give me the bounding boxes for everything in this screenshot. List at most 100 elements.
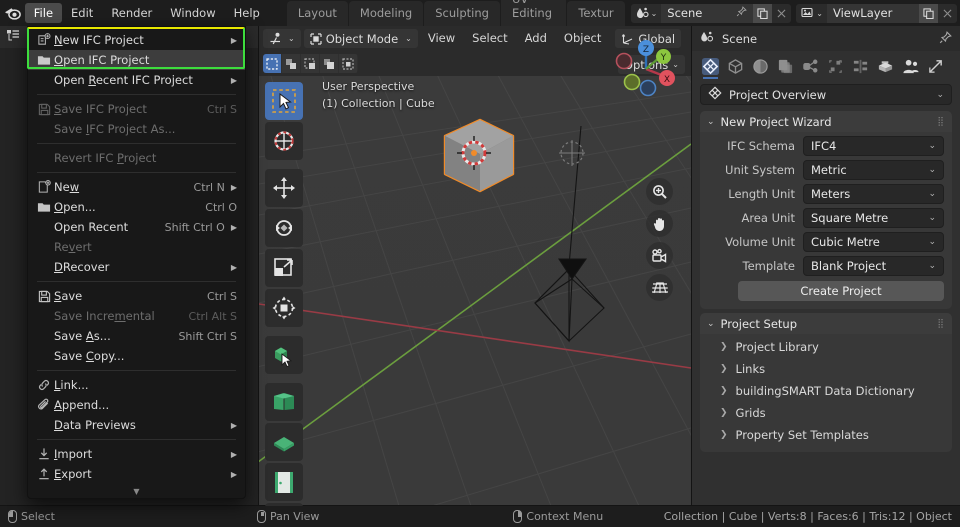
view-layer-icon[interactable]: ⌄: [796, 3, 827, 23]
field-length-unit[interactable]: Meters ⌄: [803, 184, 944, 204]
grid-ortho-icon[interactable]: [646, 274, 673, 301]
subpanel-grids[interactable]: ❯ Grids: [700, 402, 952, 424]
viewlayer-duplicate-icon[interactable]: [919, 3, 938, 23]
menu-help[interactable]: Help: [225, 3, 269, 23]
transform-tool-icon[interactable]: [265, 289, 303, 327]
menu-item-recover[interactable]: DRecover ▶: [28, 257, 245, 277]
viewport-menu-view[interactable]: View: [421, 29, 462, 48]
editor-seam-vertical[interactable]: [691, 26, 692, 506]
scene-icon[interactable]: ⌄: [630, 3, 662, 23]
workspace-tab-layout[interactable]: Layout: [286, 1, 348, 26]
menu-file[interactable]: File: [24, 3, 63, 23]
viewport-menu-select[interactable]: Select: [465, 29, 514, 48]
menu-item-export[interactable]: Export ▶: [28, 464, 245, 484]
properties-pin-icon[interactable]: [939, 30, 952, 47]
properties-tab-viewlayer[interactable]: [798, 53, 823, 79]
menu-item-revert[interactable]: Revert: [28, 237, 245, 257]
menu-item-append[interactable]: Append...: [28, 395, 245, 415]
scene-close-icon[interactable]: [772, 3, 792, 23]
workspace-tab-texturing[interactable]: Textur: [567, 1, 625, 26]
select-extend-icon[interactable]: [339, 54, 357, 73]
scale-tool-icon[interactable]: [265, 249, 303, 287]
pin-icon[interactable]: [736, 6, 748, 20]
menu-item-import[interactable]: Import ▶: [28, 444, 245, 464]
select-tweak-icon[interactable]: [263, 54, 281, 73]
pan-hand-icon[interactable]: [646, 210, 673, 237]
select-circle-icon[interactable]: [301, 54, 319, 73]
subpanel-bsdd[interactable]: ❯ buildingSMART Data Dictionary: [700, 380, 952, 402]
create-project-button[interactable]: Create Project: [738, 281, 944, 301]
editor-seam-horizontal[interactable]: [0, 505, 960, 506]
field-area-unit[interactable]: Square Metre ⌄: [803, 208, 944, 228]
interaction-mode-selector[interactable]: Object Mode ⌄: [303, 29, 418, 48]
scene-name-field[interactable]: Scene: [661, 3, 754, 23]
project-setup-header[interactable]: ⌄ Project Setup ⣿: [700, 313, 952, 334]
properties-tab-data[interactable]: [923, 53, 948, 79]
field-template[interactable]: Blank Project ⌄: [803, 256, 944, 276]
select-box-icon[interactable]: [282, 54, 300, 73]
editor-type-properties-icon[interactable]: [700, 31, 715, 47]
menu-edit[interactable]: Edit: [62, 3, 102, 23]
menu-render[interactable]: Render: [102, 3, 161, 23]
viewport-menu-add[interactable]: Add: [518, 29, 554, 48]
properties-tab-world[interactable]: [848, 53, 873, 79]
menu-item-save-ifc-project-as[interactable]: Save IFC Project As...: [28, 119, 245, 139]
properties-tab-physics[interactable]: [898, 53, 923, 79]
cursor-tool-icon[interactable]: [265, 122, 303, 160]
editor-type-selector[interactable]: ⌄: [263, 29, 301, 48]
menu-item-link[interactable]: Link...: [28, 375, 245, 395]
panel-drag-grip[interactable]: ⣿: [937, 319, 945, 328]
new-project-wizard-header[interactable]: ⌄ New Project Wizard ⣿: [700, 111, 952, 132]
properties-tab-output[interactable]: [773, 53, 798, 79]
rotate-tool-icon[interactable]: [265, 209, 303, 247]
bim-slab-tool-icon[interactable]: [265, 423, 303, 461]
menu-scroll-down-indicator[interactable]: ▼: [28, 484, 245, 498]
menu-item-data-previews[interactable]: Data Previews ▶: [28, 415, 245, 435]
scene-duplicate-icon[interactable]: [753, 3, 773, 23]
viewport-canvas[interactable]: User Perspective (1) Collection | Cube: [259, 76, 691, 506]
workspace-tab-uv-editing[interactable]: UV Editing: [500, 0, 567, 26]
subpanel-links[interactable]: ❯ Links: [700, 358, 952, 380]
editor-seam-vertical[interactable]: [258, 26, 259, 506]
bim-module-dropdown[interactable]: Project Overview ⌄: [700, 84, 952, 105]
menu-item-open[interactable]: Open... Ctrl O: [28, 197, 245, 217]
bim-wall-tool-icon[interactable]: [265, 383, 303, 421]
panel-drag-grip[interactable]: ⣿: [937, 117, 945, 126]
menu-item-save[interactable]: Save Ctrl S: [28, 286, 245, 306]
subpanel-project-library[interactable]: ❯ Project Library: [700, 336, 952, 358]
menu-item-open-ifc-project[interactable]: Open IFC Project: [28, 50, 245, 70]
menu-item-save-ifc-project[interactable]: Save IFC Project Ctrl S: [28, 99, 245, 119]
tweak-tool-icon[interactable]: [265, 82, 303, 120]
blender-logo-icon[interactable]: [0, 0, 25, 26]
properties-tab-render[interactable]: [748, 53, 773, 79]
menu-window[interactable]: Window: [161, 3, 224, 23]
subpanel-property-set-templates[interactable]: ❯ Property Set Templates: [700, 424, 952, 446]
menu-item-new[interactable]: New Ctrl N ▶: [28, 177, 245, 197]
select-lasso-icon[interactable]: [320, 54, 338, 73]
properties-tab-scene[interactable]: [823, 53, 848, 79]
annotate-tool-icon[interactable]: [265, 336, 303, 374]
field-ifc-schema[interactable]: IFC4 ⌄: [803, 136, 944, 156]
navigation-gizmo[interactable]: Z Y X: [611, 34, 681, 104]
menu-item-open-recent-ifc-project[interactable]: Open Recent IFC Project ▶: [28, 70, 245, 90]
viewlayer-name-field[interactable]: ViewLayer: [827, 3, 919, 23]
file-menu-popup[interactable]: New IFC Project ▶ Open IFC Project Open …: [27, 26, 246, 499]
workspace-tab-modeling[interactable]: Modeling: [348, 1, 424, 26]
properties-tab-collection[interactable]: [873, 53, 898, 79]
properties-tab-bim[interactable]: [698, 53, 723, 79]
field-unit-system[interactable]: Metric ⌄: [803, 160, 944, 180]
field-volume-unit[interactable]: Cubic Metre ⌄: [803, 232, 944, 252]
bim-door-tool-icon[interactable]: [265, 463, 303, 501]
viewport-menu-object[interactable]: Object: [557, 29, 608, 48]
menu-item-new-ifc-project[interactable]: New IFC Project ▶: [28, 30, 245, 50]
move-tool-icon[interactable]: [265, 169, 303, 207]
editor-type-outliner-icon[interactable]: [6, 29, 20, 45]
properties-tab-object[interactable]: [723, 53, 748, 79]
menu-item-save-copy[interactable]: Save Copy...: [28, 346, 245, 366]
bim-window-tool-icon[interactable]: [265, 503, 303, 506]
menu-item-revert-ifc-project[interactable]: Revert IFC Project: [28, 148, 245, 168]
camera-icon[interactable]: [646, 242, 673, 269]
viewlayer-close-icon[interactable]: [938, 3, 957, 23]
workspace-tab-sculpting[interactable]: Sculpting: [424, 1, 500, 26]
zoom-icon[interactable]: [646, 178, 673, 205]
